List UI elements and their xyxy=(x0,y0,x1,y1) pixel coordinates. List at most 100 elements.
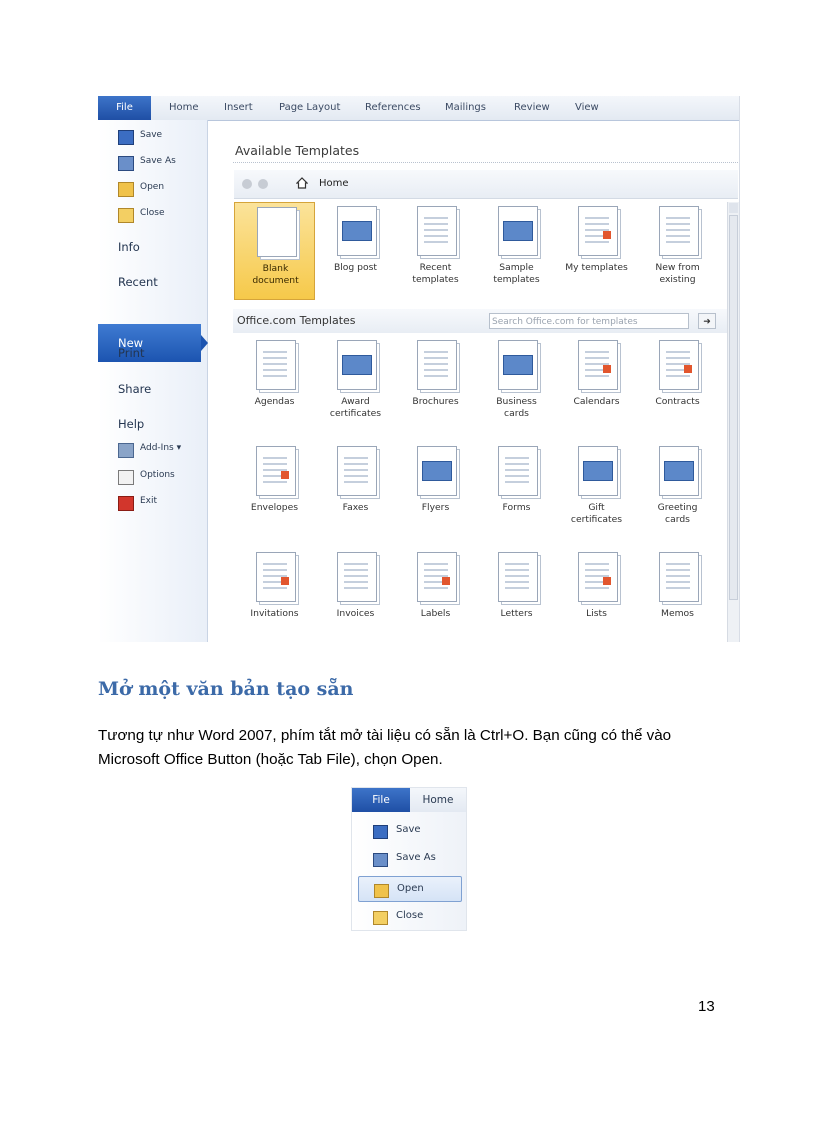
gallery-scrollbar[interactable] xyxy=(727,202,739,642)
ribbon-tab-bar: File Home Insert Page Layout References … xyxy=(98,96,739,121)
breadcrumb-home[interactable]: Home xyxy=(319,178,349,189)
lists-icon xyxy=(578,552,618,602)
template-greeting-cards[interactable]: Greeting cards xyxy=(637,442,718,540)
template-sample-templates-label: Sample templates xyxy=(493,262,540,285)
menu-exit[interactable]: Exit xyxy=(98,496,207,512)
invoices-icon xyxy=(337,552,377,602)
template-my-templates-label: My templates xyxy=(565,262,628,273)
flyers-icon xyxy=(417,446,457,496)
tab-mailings[interactable]: Mailings xyxy=(445,96,486,120)
menu-new-pointer xyxy=(201,335,208,351)
template-contracts-label: Contracts xyxy=(655,396,700,407)
office-com-title: Office.com Templates xyxy=(237,314,356,327)
menu-open[interactable]: Open xyxy=(98,182,207,198)
body-paragraph: Tương tự như Word 2007, phím tắt mở tài … xyxy=(98,727,672,768)
menu-share[interactable]: Share xyxy=(118,382,151,396)
menu-options[interactable]: Options xyxy=(98,470,207,486)
menu-save-as[interactable]: Save As xyxy=(98,156,207,172)
tab-home[interactable]: Home xyxy=(169,96,199,120)
menu-print[interactable]: Print xyxy=(118,346,144,360)
tab-file[interactable]: File xyxy=(352,788,410,812)
forward-arrow-icon[interactable] xyxy=(258,179,268,189)
template-blog-post[interactable]: Blog post xyxy=(315,202,396,300)
template-letters[interactable]: Letters xyxy=(476,548,557,642)
template-agendas[interactable]: Agendas xyxy=(234,336,315,434)
options-icon xyxy=(118,470,134,485)
template-calendars-label: Calendars xyxy=(573,396,620,407)
office-com-bar: Office.com Templates Search Office.com f… xyxy=(233,309,727,333)
menu-close[interactable]: Close xyxy=(358,906,462,928)
blog-post-icon xyxy=(337,206,377,256)
template-envelopes[interactable]: Envelopes xyxy=(234,442,315,540)
award-certificates-icon xyxy=(337,340,377,390)
template-contracts[interactable]: Contracts xyxy=(637,336,718,434)
menu-help[interactable]: Help xyxy=(118,417,144,431)
menu-save-as-label: Save As xyxy=(140,156,176,166)
template-new-from-existing[interactable]: New from existing xyxy=(637,202,718,300)
menu-info[interactable]: Info xyxy=(118,240,140,254)
sample-templates-icon xyxy=(498,206,538,256)
menu-open[interactable]: Open xyxy=(358,876,462,902)
template-search-input[interactable]: Search Office.com for templates xyxy=(489,313,689,329)
gift-certificates-icon xyxy=(578,446,618,496)
template-gift-certificates-label: Gift certificates xyxy=(570,502,623,525)
template-flyers[interactable]: Flyers xyxy=(395,442,476,540)
calendars-icon xyxy=(578,340,618,390)
home-icon[interactable] xyxy=(296,177,308,189)
menu-save[interactable]: Save xyxy=(358,820,462,842)
template-sample-templates[interactable]: Sample templates xyxy=(476,202,557,300)
template-calendars[interactable]: Calendars xyxy=(556,336,637,434)
template-gift-certificates[interactable]: Gift certificates xyxy=(556,442,637,540)
scroll-thumb[interactable] xyxy=(729,215,738,600)
template-forms-label: Forms xyxy=(502,502,531,513)
new-from-existing-icon xyxy=(659,206,699,256)
menu-close-label: Close xyxy=(396,910,424,921)
tab-home[interactable]: Home xyxy=(410,788,466,812)
template-memos[interactable]: Memos xyxy=(637,548,718,642)
tab-references[interactable]: References xyxy=(365,96,421,120)
back-arrow-icon[interactable] xyxy=(242,179,252,189)
template-blank-document[interactable]: Blank document xyxy=(234,202,315,300)
section-heading: Mở một văn bản tạo sẵn xyxy=(98,678,354,700)
search-go-button[interactable]: ➜ xyxy=(698,313,716,329)
menu-recent[interactable]: Recent xyxy=(118,275,158,289)
menu-exit-label: Exit xyxy=(140,496,158,506)
backstage-screenshot: File Home Insert Page Layout References … xyxy=(98,96,740,642)
menu-new[interactable]: New xyxy=(98,324,201,362)
template-recent-templates[interactable]: Recent templates xyxy=(395,202,476,300)
template-letters-label: Letters xyxy=(500,608,533,619)
template-forms[interactable]: Forms xyxy=(476,442,557,540)
template-faxes[interactable]: Faxes xyxy=(315,442,396,540)
recent-templates-icon xyxy=(417,206,457,256)
template-agendas-label: Agendas xyxy=(254,396,295,407)
menu-save-label: Save xyxy=(140,130,163,140)
save-as-icon xyxy=(373,853,388,867)
template-invitations[interactable]: Invitations xyxy=(234,548,315,642)
menu-save-as[interactable]: Save As xyxy=(358,848,462,870)
save-icon xyxy=(118,130,134,145)
forms-icon xyxy=(498,446,538,496)
tab-review[interactable]: Review xyxy=(514,96,550,120)
menu-add-ins[interactable]: Add-Ins ▾ xyxy=(98,443,207,459)
tab-view[interactable]: View xyxy=(575,96,599,120)
save-icon xyxy=(373,825,388,839)
template-brochures[interactable]: Brochures xyxy=(395,336,476,434)
menu-close-label: Close xyxy=(140,208,165,218)
tab-file[interactable]: File xyxy=(98,96,151,120)
menu-open-label: Open xyxy=(140,182,165,192)
template-my-templates[interactable]: My templates xyxy=(556,202,637,300)
scroll-up-arrow-icon[interactable] xyxy=(729,203,738,213)
menu-save[interactable]: Save xyxy=(98,130,207,146)
template-award-certificates[interactable]: Award certificates xyxy=(315,336,396,434)
menu-save-as-label: Save As xyxy=(396,852,436,863)
template-business-cards[interactable]: Business cards xyxy=(476,336,557,434)
add-ins-icon xyxy=(118,443,134,458)
file-menu-screenshot: File Home Save Save As Open Close xyxy=(351,787,467,931)
template-invoices[interactable]: Invoices xyxy=(315,548,396,642)
template-business-cards-label: Business cards xyxy=(496,396,537,419)
menu-close[interactable]: Close xyxy=(98,208,207,224)
tab-page-layout[interactable]: Page Layout xyxy=(279,96,340,120)
template-labels[interactable]: Labels xyxy=(395,548,476,642)
template-lists[interactable]: Lists xyxy=(556,548,637,642)
tab-insert[interactable]: Insert xyxy=(224,96,253,120)
